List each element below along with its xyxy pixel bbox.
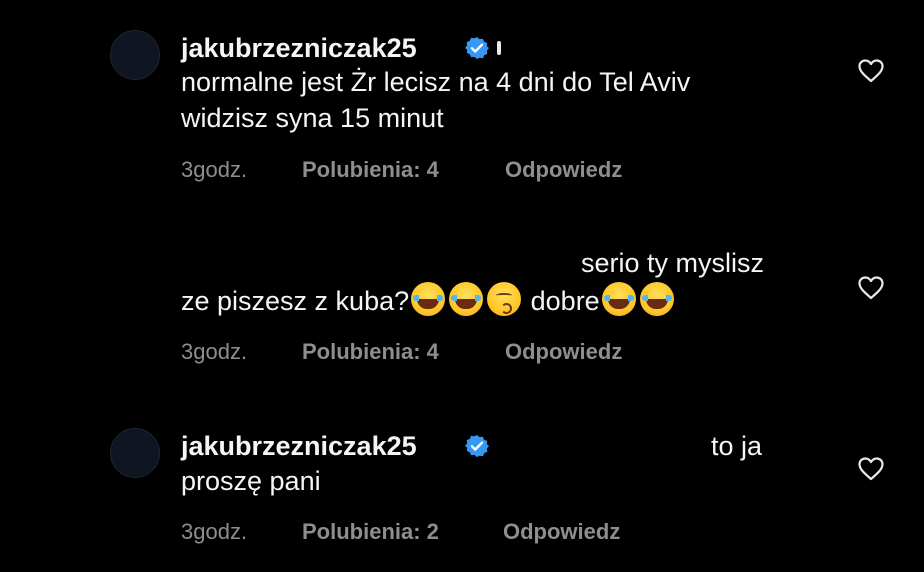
likes-count[interactable]: Polubienia: 4 xyxy=(302,339,439,365)
avatar[interactable] xyxy=(110,428,160,478)
face-with-tears-of-joy-icon xyxy=(411,282,446,316)
comment-time: 3godz. xyxy=(181,157,248,182)
reply-button[interactable]: Odpowiedz xyxy=(503,519,620,545)
comment-text-line-1: normalne jest Żr lecisz na 4 dni do Tel … xyxy=(181,67,691,97)
face-with-tears-of-joy-icon xyxy=(449,282,484,316)
verified-badge-icon xyxy=(465,37,489,59)
reply-button[interactable]: Odpowiedz xyxy=(505,339,622,365)
comment-text-segment: dobre xyxy=(530,286,600,316)
likes-count[interactable]: Polubienia: 2 xyxy=(302,519,439,545)
comment-time: 3godz. xyxy=(181,519,248,544)
comment-text-line-1: to ja xyxy=(711,431,763,461)
comment-username[interactable]: jakubrzezniczak25 xyxy=(181,33,417,64)
likes-count[interactable]: Polubienia: 4 xyxy=(302,157,439,183)
comment-text-segment: ze piszesz z kuba? xyxy=(181,286,410,316)
kissing-face-icon xyxy=(487,282,522,316)
redacted-mark xyxy=(497,41,501,55)
avatar[interactable] xyxy=(110,30,160,80)
heart-outline-icon[interactable] xyxy=(858,59,884,83)
comment-text-line-2: ze piszesz z kuba? dobre xyxy=(181,282,676,317)
comment-2: serio ty myslisz ze piszesz z kuba? dobr… xyxy=(0,230,924,390)
face-with-tears-of-joy-icon xyxy=(639,282,674,316)
face-with-tears-of-joy-icon xyxy=(601,282,636,316)
comment-time: 3godz. xyxy=(181,339,248,364)
comment-text-line-2: proszę pani xyxy=(181,466,321,496)
comment-username[interactable]: jakubrzezniczak25 xyxy=(181,431,417,462)
verified-badge-icon xyxy=(465,435,489,457)
reply-button[interactable]: Odpowiedz xyxy=(505,157,622,183)
comment-3: jakubrzezniczak25 to ja proszę pani 3god… xyxy=(0,400,924,572)
comment-text-line-2: widzisz syna 15 minut xyxy=(181,103,444,133)
comment-text-line-1: serio ty myslisz xyxy=(581,248,765,278)
comment-1: jakubrzezniczak25 normalne jest Żr lecis… xyxy=(0,0,924,200)
heart-outline-icon[interactable] xyxy=(858,276,884,300)
heart-outline-icon[interactable] xyxy=(858,457,884,481)
